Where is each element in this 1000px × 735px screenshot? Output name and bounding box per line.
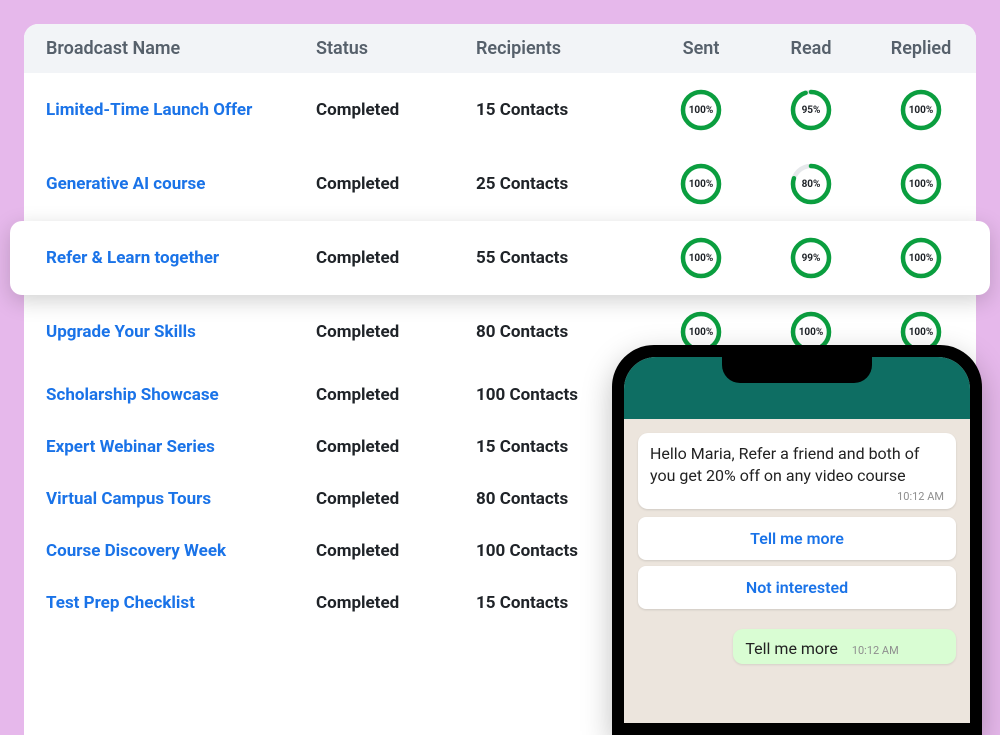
metric-ring: 99% [756,237,866,279]
broadcast-status: Completed [316,437,476,457]
broadcast-status: Completed [316,174,476,194]
metric-value: 100% [680,237,722,279]
col-read: Read [756,38,866,59]
table-row[interactable]: Generative AI course Completed 25 Contac… [24,147,976,221]
quick-reply-not-interested[interactable]: Not interested [638,566,956,609]
broadcast-name-link[interactable]: Scholarship Showcase [46,385,316,405]
broadcast-status: Completed [316,248,476,268]
outgoing-message: Tell me more 10:12 AM [733,629,956,664]
metric-value: 100% [900,89,942,131]
metric-value: 100% [680,163,722,205]
broadcast-name-link[interactable]: Test Prep Checklist [46,593,316,613]
message-text: Hello Maria, Refer a friend and both of … [650,443,944,486]
metric-ring: 100% [866,237,976,279]
table-header: Broadcast Name Status Recipients Sent Re… [24,24,976,73]
phone-notch [722,357,872,383]
broadcast-name-link[interactable]: Expert Webinar Series [46,437,316,457]
table-row[interactable]: Refer & Learn together Completed 55 Cont… [10,221,990,295]
metric-ring: 100% [866,163,976,205]
chat-area: Hello Maria, Refer a friend and both of … [624,419,970,664]
phone-mockup: Hello Maria, Refer a friend and both of … [612,345,982,735]
broadcast-name-link[interactable]: Upgrade Your Skills [46,322,316,342]
col-status: Status [316,38,476,59]
metric-ring: 100% [646,237,756,279]
metric-value: 100% [900,163,942,205]
broadcast-recipients: 25 Contacts [476,174,646,194]
broadcast-status: Completed [316,489,476,509]
broadcast-recipients: 80 Contacts [476,322,646,342]
incoming-message: Hello Maria, Refer a friend and both of … [638,433,956,509]
metric-ring: 100% [646,89,756,131]
broadcast-status: Completed [316,593,476,613]
quick-reply-tell-me-more[interactable]: Tell me more [638,517,956,560]
metric-value: 100% [900,237,942,279]
col-sent: Sent [646,38,756,59]
col-name: Broadcast Name [46,38,316,59]
broadcast-status: Completed [316,322,476,342]
metric-ring: 80% [756,163,866,205]
broadcast-recipients: 15 Contacts [476,100,646,120]
col-replied: Replied [866,38,976,59]
metric-value: 95% [790,89,832,131]
metric-ring: 95% [756,89,866,131]
metric-ring: 100% [866,89,976,131]
broadcast-status: Completed [316,100,476,120]
broadcast-name-link[interactable]: Course Discovery Week [46,541,316,561]
metric-ring: 100% [646,163,756,205]
metric-value: 100% [680,89,722,131]
broadcast-name-link[interactable]: Virtual Campus Tours [46,489,316,509]
reply-text: Tell me more [745,639,837,658]
table-row[interactable]: Limited-Time Launch Offer Completed 15 C… [24,73,976,147]
broadcast-recipients: 55 Contacts [476,248,646,268]
broadcast-name-link[interactable]: Refer & Learn together [46,248,316,268]
phone-screen: Hello Maria, Refer a friend and both of … [624,357,970,723]
metric-value: 99% [790,237,832,279]
broadcast-status: Completed [316,541,476,561]
message-time: 10:12 AM [650,490,944,503]
broadcast-name-link[interactable]: Limited-Time Launch Offer [46,100,316,120]
broadcast-name-link[interactable]: Generative AI course [46,174,316,194]
reply-time: 10:12 AM [852,644,899,657]
quick-replies: Tell me more Not interested [638,517,956,609]
broadcast-status: Completed [316,385,476,405]
metric-value: 80% [790,163,832,205]
col-recipients: Recipients [476,38,646,59]
